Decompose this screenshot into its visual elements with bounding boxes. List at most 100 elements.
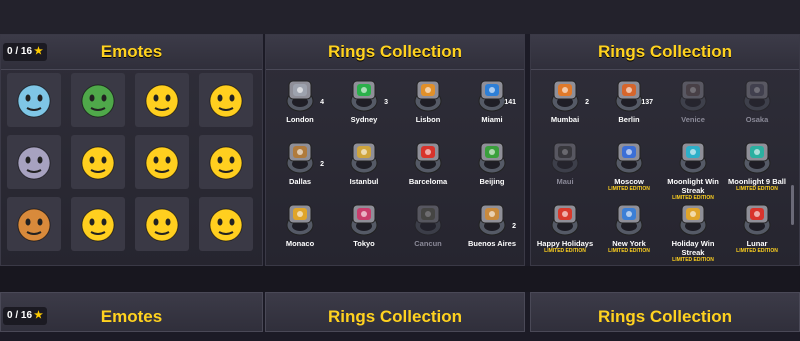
star-icon: ★	[34, 46, 43, 57]
ring-item[interactable]: Maui	[535, 135, 595, 195]
ring-name: Osaka	[745, 115, 769, 124]
emote-slot[interactable]	[135, 135, 189, 189]
ring-name: Lunar	[746, 239, 768, 248]
ring-item[interactable]: Osaka	[727, 73, 787, 133]
mumbai-ring-icon	[535, 75, 595, 115]
happy-holidays-ring-icon	[535, 199, 595, 239]
beijing-ring-icon	[462, 137, 522, 177]
emote-slot[interactable]	[199, 135, 253, 189]
ring-item[interactable]: 4 London	[270, 73, 330, 133]
rings-title-right: Rings Collection	[597, 42, 733, 61]
scrollbar[interactable]	[791, 185, 794, 225]
ring-item[interactable]: Barceloma	[398, 135, 458, 195]
limited-edition-label: LIMITED EDITION	[608, 248, 650, 254]
eight-ball-tree-icon	[71, 73, 125, 127]
angry-face-icon	[135, 73, 189, 127]
rings-title-bottom-right: Rings Collection	[597, 307, 733, 326]
facepalm-face-icon	[71, 197, 125, 251]
emotes-counter-bottom: 0 / 16 ★	[3, 307, 47, 325]
emote-slot[interactable]	[199, 197, 253, 251]
ring-name: Tokyo	[353, 239, 375, 248]
ring-item[interactable]: Moonlight 9 Ball LIMITED EDITION	[727, 135, 787, 195]
ring-count: 141	[504, 99, 516, 106]
emote-slot[interactable]	[71, 135, 125, 189]
ring-item[interactable]: Beijing	[462, 135, 522, 195]
ring-item[interactable]: New York LIMITED EDITION	[599, 197, 659, 257]
hat-face-icon	[71, 135, 125, 189]
tokyo-ring-icon	[334, 199, 394, 239]
miami-ring-icon	[462, 75, 522, 115]
ring-item[interactable]: Lunar LIMITED EDITION	[727, 197, 787, 257]
ring-name: Barceloma	[408, 177, 448, 186]
ring-item[interactable]: 137 Berlin	[599, 73, 659, 133]
sydney-ring-icon	[334, 75, 394, 115]
ring-name: Sydney	[350, 115, 378, 124]
middle-background-strip	[0, 266, 800, 292]
dallas-ring-icon	[270, 137, 330, 177]
ring-item[interactable]: Venice	[663, 73, 723, 133]
ring-name: Buenos Aires	[467, 239, 517, 248]
limited-edition-label: LIMITED EDITION	[672, 257, 714, 263]
emote-slot[interactable]	[7, 135, 61, 189]
ring-name: Miami	[481, 115, 503, 124]
cancun-ring-icon	[398, 199, 458, 239]
ring-item[interactable]: Tokyo	[334, 197, 394, 257]
emotes-title-bottom: Emotes	[100, 307, 163, 326]
hot-face-icon	[199, 135, 253, 189]
ring-count: 4	[320, 99, 324, 106]
rings-title-bottom-left: Rings Collection	[327, 307, 463, 326]
ring-item[interactable]: Cancun	[398, 197, 458, 257]
limited-edition-label: LIMITED EDITION	[736, 248, 778, 254]
emote-slot[interactable]	[71, 197, 125, 251]
ring-item[interactable]: Moonlight Win Streak LIMITED EDITION	[663, 135, 723, 201]
osaka-ring-icon	[727, 75, 787, 115]
berlin-ring-icon	[599, 75, 659, 115]
top-background-strip	[0, 0, 800, 34]
ring-item[interactable]: Monaco	[270, 197, 330, 257]
holiday-win-streak-ring-icon	[663, 199, 723, 239]
smug-face-icon	[199, 73, 253, 127]
ring-item[interactable]: Holiday Win Streak LIMITED EDITION	[663, 197, 723, 263]
emotes-panel: Emotes 0 / 16 ★	[0, 34, 263, 266]
ring-name: Moscow	[614, 177, 644, 186]
london-ring-icon	[270, 75, 330, 115]
ring-item[interactable]: 3 Sydney	[334, 73, 394, 133]
lisbon-ring-icon	[398, 75, 458, 115]
ring-item[interactable]: 141 Miami	[462, 73, 522, 133]
ring-item[interactable]: Istanbul	[334, 135, 394, 195]
emote-slot[interactable]	[199, 73, 253, 127]
venice-ring-icon	[663, 75, 723, 115]
emote-slot[interactable]	[135, 73, 189, 127]
ring-name: New York	[612, 239, 646, 248]
rings-panel-left: Rings Collection 4 London 3 Sydney Lisbon …	[265, 34, 525, 266]
star-icon: ★	[34, 310, 43, 321]
ring-name: Mumbai	[550, 115, 580, 124]
limited-edition-label: LIMITED EDITION	[544, 248, 586, 254]
emote-slot[interactable]	[135, 197, 189, 251]
crying-laugh-face-icon	[199, 197, 253, 251]
emote-slot[interactable]	[7, 73, 61, 127]
ring-name: Happy Holidays	[536, 239, 594, 248]
ring-item[interactable]: Lisbon	[398, 73, 458, 133]
rings-panel-bottom-left: Rings Collection	[265, 292, 525, 332]
ring-item[interactable]: 2 Mumbai	[535, 73, 595, 133]
ring-item[interactable]: 2 Buenos Aires	[462, 197, 522, 257]
ring-count: 2	[585, 99, 589, 106]
ring-name: Cancun	[414, 239, 442, 248]
rings-header-left: Rings Collection	[266, 35, 524, 70]
ring-item[interactable]: 2 Dallas	[270, 135, 330, 195]
ring-item[interactable]: Moscow LIMITED EDITION	[599, 135, 659, 195]
ring-name: Berlin	[618, 115, 640, 124]
emotes-panel-bottom: Emotes 0 / 16 ★	[0, 292, 263, 332]
bunny-icon	[7, 135, 61, 189]
emote-slot[interactable]	[7, 197, 61, 251]
limited-edition-label: LIMITED EDITION	[736, 186, 778, 192]
emote-slot[interactable]	[71, 73, 125, 127]
emotes-header: Emotes 0 / 16 ★	[1, 35, 262, 70]
barcelona-ring-icon	[398, 137, 458, 177]
ring-name: Holiday Win Streak	[671, 239, 715, 257]
frozen-face-icon	[7, 73, 61, 127]
ring-item[interactable]: Happy Holidays LIMITED EDITION	[535, 197, 595, 257]
emotes-counter: 0 / 16 ★	[3, 43, 47, 61]
limited-edition-label: LIMITED EDITION	[608, 186, 650, 192]
